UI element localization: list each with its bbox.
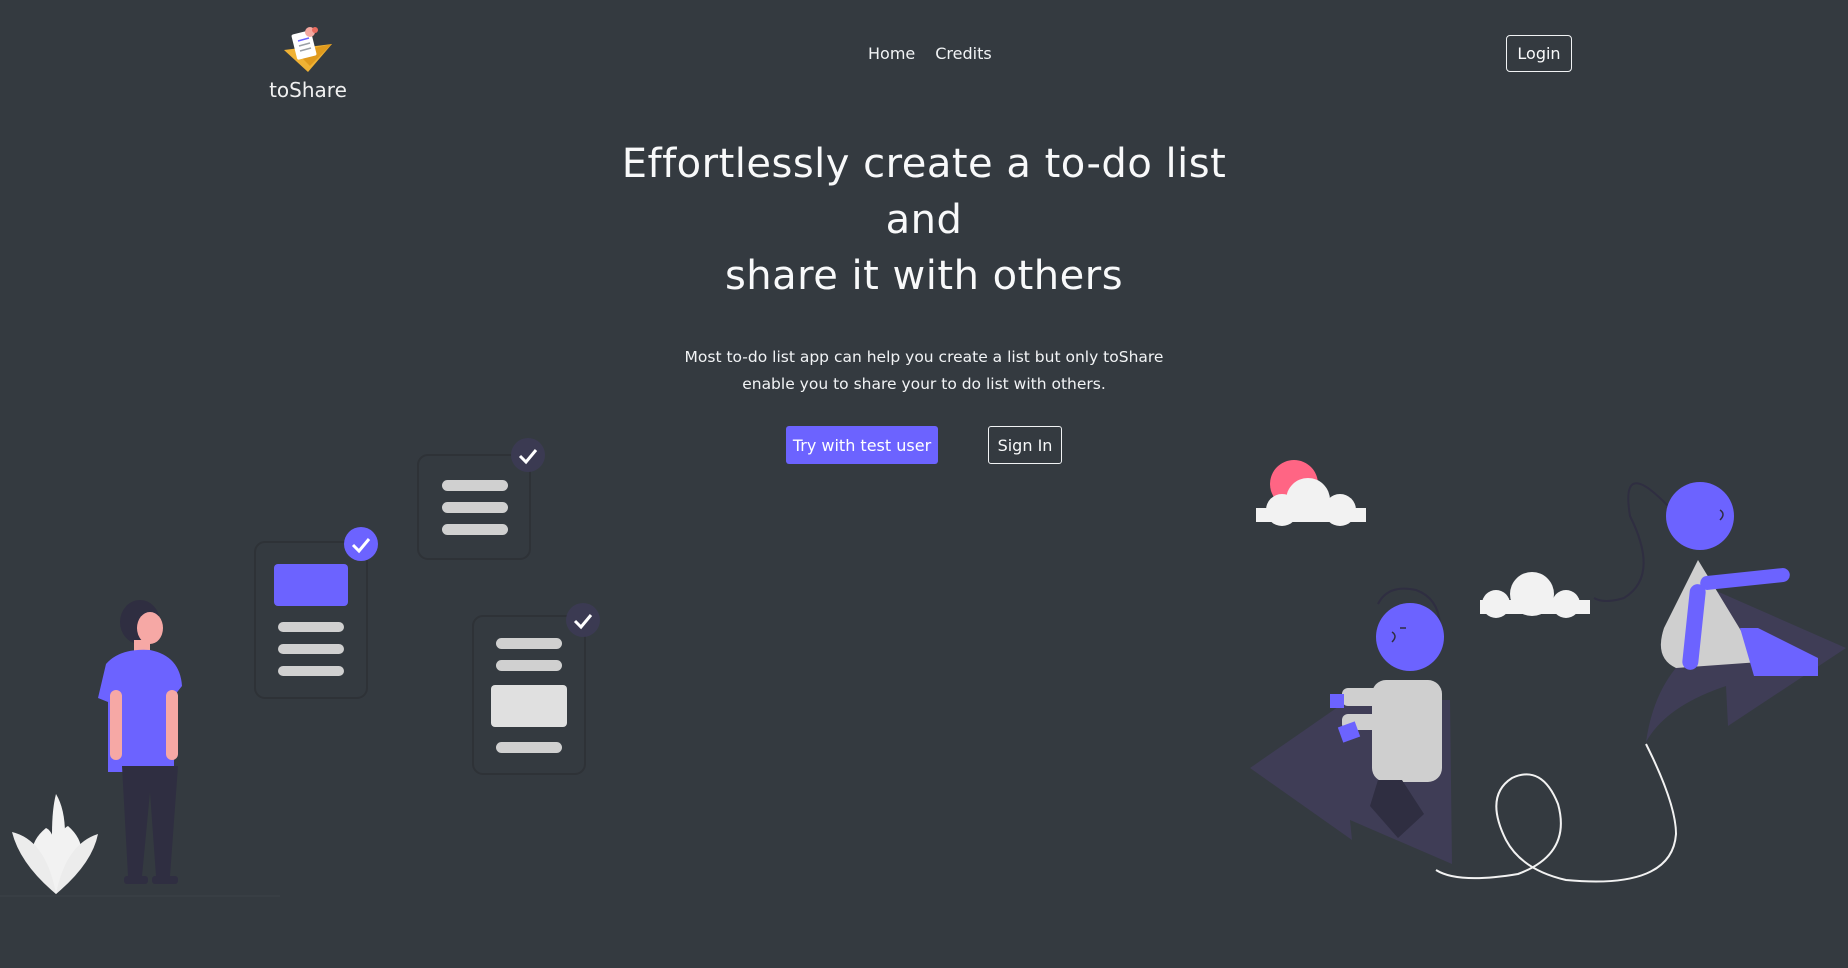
hero-title: Effortlessly create a to-do list and sha… [600, 136, 1248, 304]
hero-subtitle-line: enable you to share your to do list with… [742, 375, 1106, 393]
nav-home-link[interactable]: Home [868, 44, 915, 63]
check-badge-icon [566, 603, 600, 637]
person-with-checklists-illustration [0, 438, 600, 897]
try-test-user-button[interactable]: Try with test user [786, 426, 938, 464]
check-badge-icon [344, 527, 378, 561]
people-riding-arrows-illustration [1250, 460, 1846, 883]
login-button[interactable]: Login [1506, 35, 1572, 72]
sign-in-button[interactable]: Sign In [988, 426, 1062, 464]
hero-title-line: share it with others [724, 253, 1124, 299]
paper-plane-checklist-icon [284, 27, 332, 72]
plant-decoration [12, 794, 98, 894]
main-nav: Home Credits [868, 44, 992, 63]
nav-credits-link[interactable]: Credits [935, 44, 991, 63]
brand-name: toShare [269, 78, 347, 102]
hero-subtitle-line: Most to-do list app can help you create … [684, 348, 1164, 366]
standing-person-figure [98, 600, 182, 884]
hero-subtitle: Most to-do list app can help you create … [660, 344, 1188, 398]
rider-figure [1593, 482, 1818, 676]
cloud-with-sun-decoration [1256, 460, 1366, 526]
check-badge-icon [511, 438, 545, 472]
cloud-decoration [1480, 572, 1590, 618]
hero-title-line: Effortlessly create a to-do list [621, 141, 1227, 187]
hero-title-line: and [885, 197, 963, 243]
brand-logo[interactable]: toShare [268, 26, 348, 102]
